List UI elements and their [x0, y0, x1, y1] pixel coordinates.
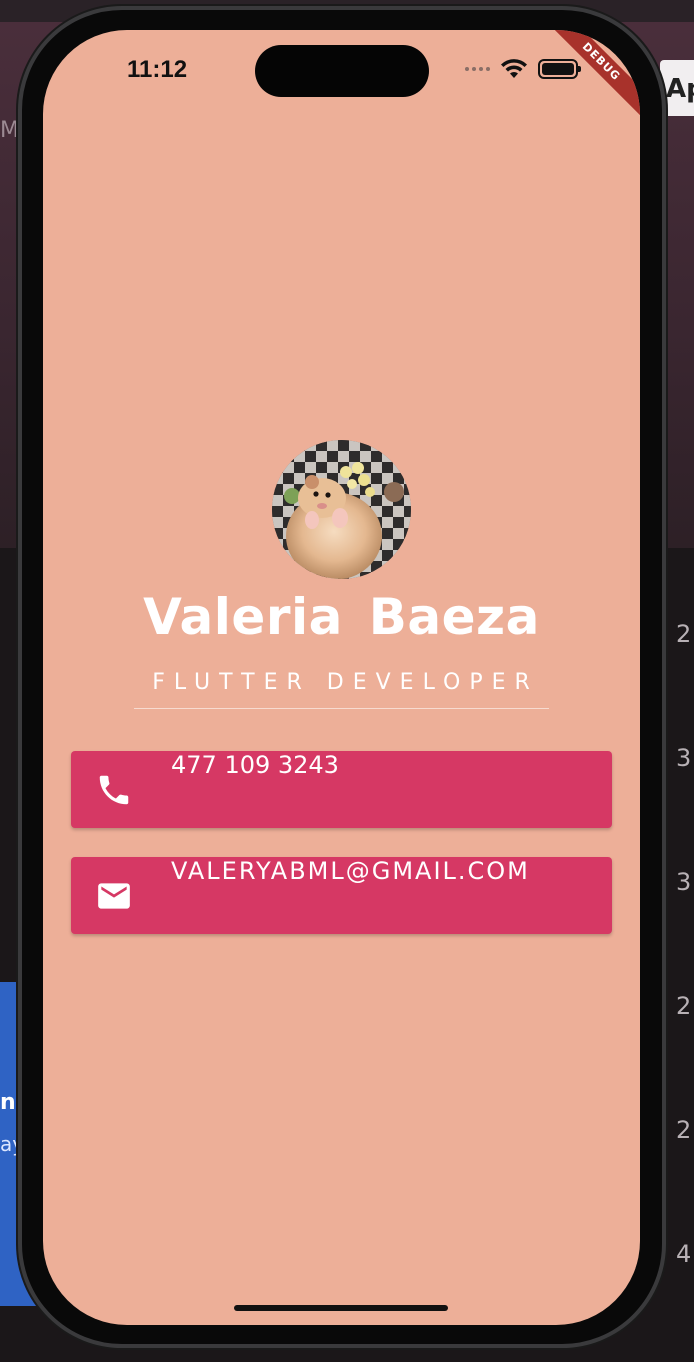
- divider: [134, 708, 549, 709]
- background-number: 3: [676, 868, 692, 896]
- avatar: [272, 440, 411, 579]
- simulator-toolbar-icons: [316, 1346, 616, 1362]
- wifi-icon: [501, 59, 527, 78]
- status-indicators: [465, 58, 581, 80]
- background-number: 2: [676, 620, 692, 648]
- profile-role: FLUTTER DEVELOPER: [152, 670, 539, 695]
- profile-name: Valeria Baeza: [143, 588, 540, 646]
- phone-icon: [99, 775, 129, 805]
- cellular-signal-icon: [465, 67, 490, 71]
- app-screen: 11:12 DEBUG Valeria Baeza FLUTTER DEVELO…: [43, 30, 640, 1325]
- phone-card[interactable]: 477 109 3243: [71, 751, 612, 828]
- background-number-column: 2 3 3 2 2 4: [676, 620, 694, 1362]
- phone-number: 477 109 3243: [171, 751, 339, 779]
- status-time: 11:12: [127, 56, 188, 83]
- email-card[interactable]: VALERYABML@GMAIL.COM: [71, 857, 612, 934]
- background-number: 4: [676, 1240, 692, 1268]
- background-number: 2: [676, 1116, 692, 1144]
- hamster-photo: [272, 440, 411, 579]
- mail-icon: [98, 883, 130, 909]
- email-address: VALERYABML@GMAIL.COM: [171, 857, 530, 885]
- background-number: 3: [676, 744, 692, 772]
- background-number: 2: [676, 992, 692, 1020]
- background-side-letter: M: [0, 118, 19, 143]
- battery-icon: [538, 59, 581, 79]
- dynamic-island: [255, 45, 429, 97]
- home-indicator[interactable]: [234, 1305, 448, 1311]
- background-panel-text-1: n: [0, 1090, 16, 1115]
